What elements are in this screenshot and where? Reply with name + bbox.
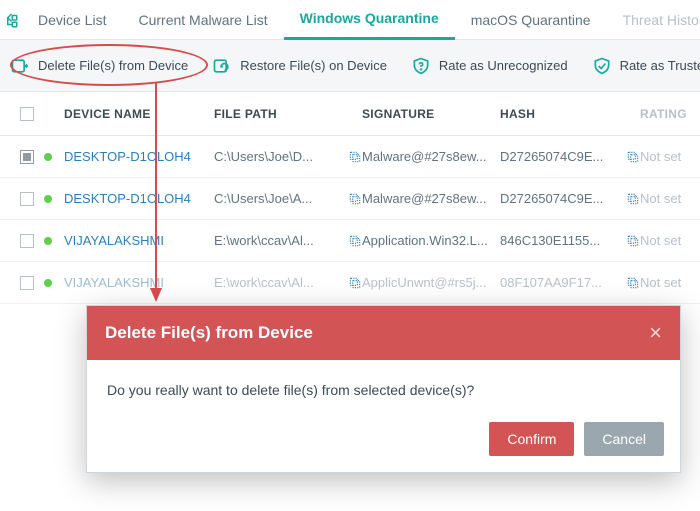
hash: D27265074C9E... — [500, 149, 620, 164]
tab-bar: Device List Current Malware List Windows… — [0, 0, 700, 40]
table-row: VIJAYALAKSHMI E:\work\ccav\Al... Applicati… — [0, 220, 700, 262]
tab-current-malware[interactable]: Current Malware List — [122, 0, 283, 40]
status-dot — [44, 153, 52, 161]
restore-files-button[interactable]: Restore File(s) on Device — [212, 56, 387, 76]
copy-icon[interactable] — [348, 276, 362, 290]
restore-files-label: Restore File(s) on Device — [240, 58, 387, 73]
hash: D27265074C9E... — [500, 191, 620, 206]
tab-macos-quarantine[interactable]: macOS Quarantine — [455, 0, 607, 40]
table-row: VIJAYALAKSHMI E:\work\ccav\Al... ApplicUnw… — [0, 262, 700, 304]
device-name-link[interactable]: DESKTOP-D1OLOH4 — [64, 191, 191, 206]
header-device[interactable]: DEVICE NAME — [64, 107, 214, 121]
file-path: E:\work\ccav\Al... — [214, 275, 342, 290]
hash: 846C130E1155... — [500, 233, 620, 248]
confirm-delete-modal: Delete File(s) from Device × Do you real… — [86, 305, 681, 473]
restore-icon — [212, 56, 232, 76]
signature: Application.Win32.L... — [362, 233, 500, 248]
rating: Not set — [640, 149, 690, 164]
signature: Malware@#27s8ew... — [362, 191, 500, 206]
modal-footer: Confirm Cancel — [87, 414, 680, 472]
row-checkbox[interactable] — [20, 192, 34, 206]
header-path[interactable]: FILE PATH — [214, 107, 362, 121]
status-dot — [44, 279, 52, 287]
cancel-button[interactable]: Cancel — [584, 422, 664, 456]
signature: ApplicUnwnt@#rs5j... — [362, 275, 500, 290]
trusted-icon — [592, 56, 612, 76]
modal-message: Do you really want to delete file(s) fro… — [87, 360, 680, 414]
rate-trusted-button[interactable]: Rate as Trusted — [592, 56, 700, 76]
modal-title: Delete File(s) from Device — [105, 323, 313, 343]
row-checkbox[interactable] — [20, 150, 34, 164]
header-signature[interactable]: SIGNATURE — [362, 107, 500, 121]
copy-icon[interactable] — [348, 234, 362, 248]
tab-threat-history[interactable]: Threat History — [607, 0, 700, 40]
status-dot — [44, 237, 52, 245]
device-name-link[interactable]: VIJAYALAKSHMI — [64, 275, 164, 290]
copy-icon[interactable] — [626, 192, 640, 206]
file-path: C:\Users\Joe\D... — [214, 149, 342, 164]
device-name-link[interactable]: VIJAYALAKSHMI — [64, 233, 164, 248]
confirm-button[interactable]: Confirm — [489, 422, 574, 456]
unrecognized-icon — [411, 56, 431, 76]
copy-icon[interactable] — [626, 276, 640, 290]
tab-device-list[interactable]: Device List — [22, 0, 122, 40]
action-toolbar: Delete File(s) from Device Restore File(… — [0, 40, 700, 92]
delete-files-label: Delete File(s) from Device — [38, 58, 188, 73]
rate-unrecognized-label: Rate as Unrecognized — [439, 58, 568, 73]
rate-trusted-label: Rate as Trusted — [620, 58, 700, 73]
table-header: DEVICE NAME FILE PATH SIGNATURE HASH RAT… — [0, 92, 700, 136]
tab-windows-quarantine[interactable]: Windows Quarantine — [284, 0, 455, 40]
modal-header: Delete File(s) from Device × — [87, 306, 680, 360]
tree-icon — [4, 11, 22, 29]
delete-icon — [10, 56, 30, 76]
copy-icon[interactable] — [348, 192, 362, 206]
file-path: E:\work\ccav\Al... — [214, 233, 342, 248]
rating: Not set — [640, 275, 690, 290]
table-row: DESKTOP-D1OLOH4 C:\Users\Joe\D... Malware@… — [0, 136, 700, 178]
rating: Not set — [640, 191, 690, 206]
rating: Not set — [640, 233, 690, 248]
hash: 08F107AA9F17... — [500, 275, 620, 290]
status-dot — [44, 195, 52, 203]
device-name-link[interactable]: DESKTOP-D1OLOH4 — [64, 149, 191, 164]
signature: Malware@#27s8ew... — [362, 149, 500, 164]
select-all-checkbox[interactable] — [20, 107, 34, 121]
file-path: C:\Users\Joe\A... — [214, 191, 342, 206]
table-row: DESKTOP-D1OLOH4 C:\Users\Joe\A... Malware@… — [0, 178, 700, 220]
row-checkbox[interactable] — [20, 234, 34, 248]
delete-files-button[interactable]: Delete File(s) from Device — [10, 56, 188, 76]
header-rating[interactable]: RATING — [640, 107, 690, 121]
rate-unrecognized-button[interactable]: Rate as Unrecognized — [411, 56, 568, 76]
copy-icon[interactable] — [626, 234, 640, 248]
back-button[interactable] — [4, 11, 22, 29]
copy-icon[interactable] — [626, 150, 640, 164]
row-checkbox[interactable] — [20, 276, 34, 290]
modal-close-button[interactable]: × — [649, 320, 662, 346]
copy-icon[interactable] — [348, 150, 362, 164]
header-hash[interactable]: HASH — [500, 107, 640, 121]
